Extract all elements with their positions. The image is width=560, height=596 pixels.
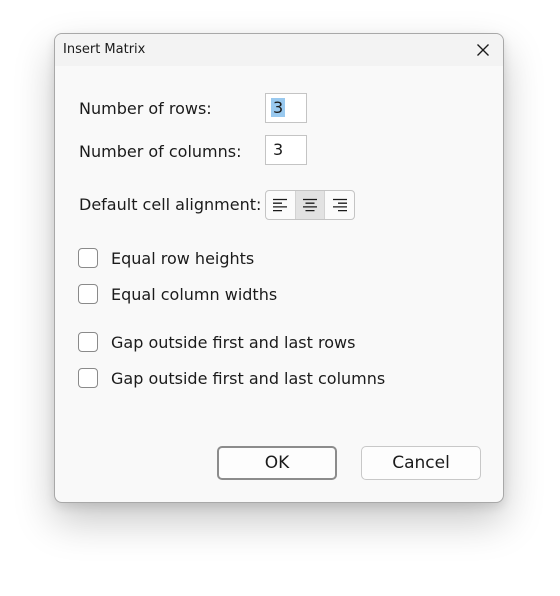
align-left-button[interactable] [266,191,295,219]
insert-matrix-dialog: Insert Matrix Number of rows: 3 Number o… [54,33,504,503]
rows-label: Number of rows: [79,99,212,118]
gap-columns-label: Gap outside first and last columns [111,369,386,388]
gap-rows-label: Gap outside first and last rows [111,333,356,352]
align-left-icon [273,198,288,212]
align-right-icon [332,198,347,212]
gap-rows-checkbox[interactable] [78,332,98,352]
columns-value: 3 [273,140,284,159]
equal-row-heights-checkbox[interactable] [78,248,98,268]
equal-column-widths-label: Equal column widths [111,285,278,304]
gap-columns-checkbox[interactable] [78,368,98,388]
columns-input[interactable]: 3 [265,135,307,165]
align-right-button[interactable] [324,191,354,219]
equal-row-heights-label: Equal row heights [111,249,255,268]
equal-column-widths-checkbox[interactable] [78,284,98,304]
align-center-button[interactable] [294,191,325,219]
columns-label: Number of columns: [79,142,242,161]
close-button[interactable] [469,36,497,64]
rows-value: 3 [271,98,286,117]
title-bar: Insert Matrix [55,34,503,66]
align-center-icon [303,198,317,212]
alignment-label: Default cell alignment: [79,195,262,214]
close-icon [477,44,489,56]
rows-input[interactable]: 3 [265,93,307,123]
alignment-segmented-control [265,190,355,220]
cancel-button[interactable]: Cancel [361,446,481,480]
ok-button[interactable]: OK [217,446,337,480]
dialog-title: Insert Matrix [63,42,146,57]
